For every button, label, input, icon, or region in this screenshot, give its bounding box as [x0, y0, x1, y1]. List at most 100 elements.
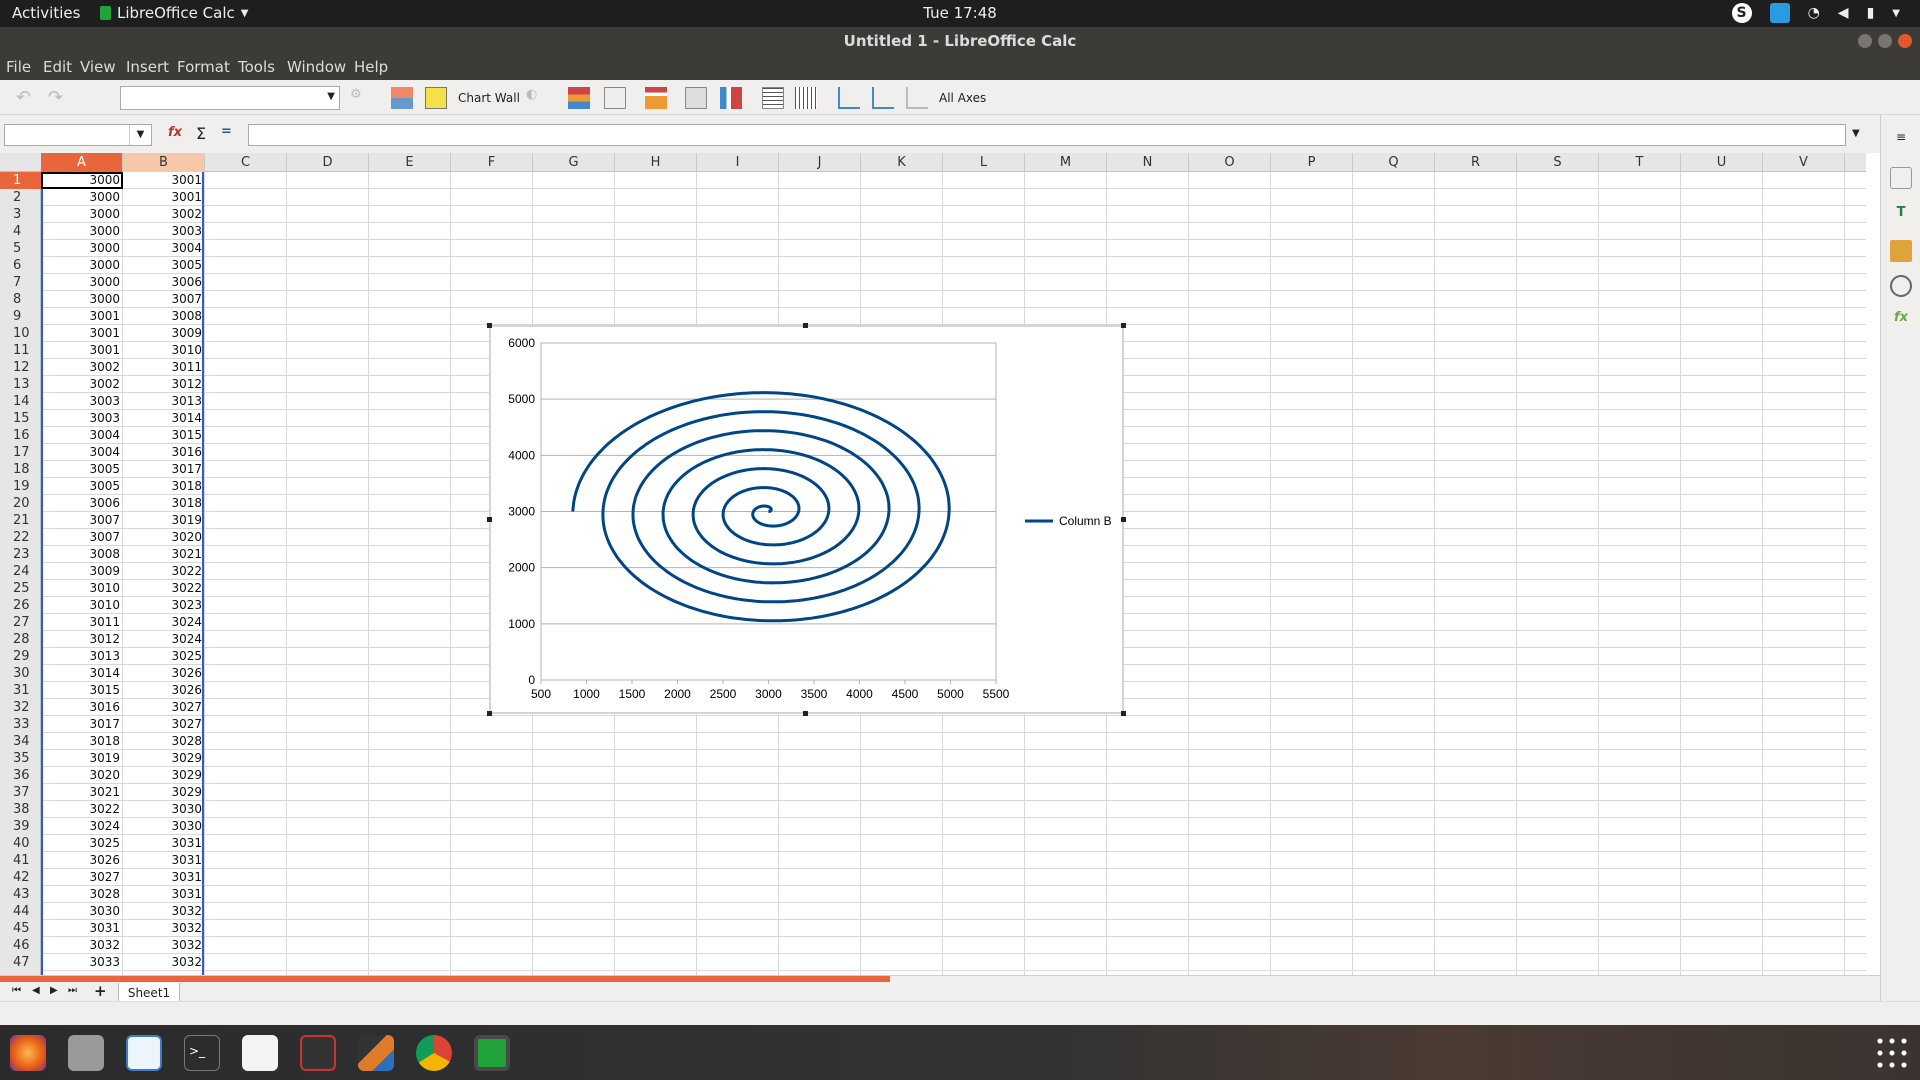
cell-b37[interactable]: 3029 — [123, 784, 204, 801]
add-sheet-icon[interactable]: + — [94, 982, 107, 1000]
column-header-k[interactable]: K — [861, 153, 943, 172]
first-sheet-icon[interactable]: ⏮ — [12, 985, 21, 996]
cell-b3[interactable]: 3002 — [123, 206, 204, 223]
cell-b39[interactable]: 3030 — [123, 818, 204, 835]
row-header-39[interactable]: 39 — [0, 818, 41, 835]
column-header-p[interactable]: P — [1271, 153, 1353, 172]
cell-a2[interactable]: 3000 — [41, 189, 122, 206]
row-header-36[interactable]: 36 — [0, 767, 41, 784]
cell-b34[interactable]: 3028 — [123, 733, 204, 750]
column-header-j[interactable]: J — [779, 153, 861, 172]
row-header-38[interactable]: 38 — [0, 801, 41, 818]
chart-handle-bl[interactable] — [487, 711, 492, 716]
prev-sheet-icon[interactable]: ◀ — [32, 985, 40, 996]
row-header-30[interactable]: 30 — [0, 665, 41, 682]
download-indicator-icon[interactable] — [1769, 3, 1790, 23]
gallery-icon[interactable] — [1890, 240, 1912, 262]
cell-a38[interactable]: 3022 — [41, 801, 122, 818]
navigator-icon[interactable] — [1890, 275, 1912, 297]
cell-a29[interactable]: 3013 — [41, 648, 122, 665]
chrome-icon[interactable] — [416, 1035, 452, 1071]
cell-a41[interactable]: 3026 — [41, 852, 122, 869]
row-header-40[interactable]: 40 — [0, 835, 41, 852]
row-header-7[interactable]: 7 — [0, 274, 41, 291]
text-editor-icon[interactable] — [242, 1035, 278, 1071]
title-on-off-icon[interactable] — [645, 87, 667, 109]
row-header-9[interactable]: 9 — [0, 308, 41, 325]
row-header-15[interactable]: 15 — [0, 410, 41, 427]
next-sheet-icon[interactable]: ▶ — [50, 985, 58, 996]
cell-b17[interactable]: 3016 — [123, 444, 204, 461]
cell-b10[interactable]: 3009 — [123, 325, 204, 342]
functions-icon[interactable]: fx — [1890, 310, 1912, 332]
clock[interactable]: Tue 17:48 — [0, 4, 1920, 22]
all-axes-label[interactable]: All Axes — [939, 86, 986, 110]
app-icon[interactable] — [300, 1035, 336, 1071]
cell-a28[interactable]: 3012 — [41, 631, 122, 648]
terminal-icon[interactable]: >_ — [184, 1035, 220, 1071]
files-icon[interactable] — [68, 1035, 104, 1071]
writer-icon[interactable] — [126, 1035, 162, 1071]
x-axis-icon[interactable] — [838, 87, 860, 109]
column-header-a[interactable]: A — [41, 153, 123, 172]
data-table-icon[interactable] — [568, 87, 590, 109]
column-header-t[interactable]: T — [1599, 153, 1681, 172]
legend-on-off-icon[interactable] — [685, 87, 707, 109]
cell-a17[interactable]: 3004 — [41, 444, 122, 461]
chart-handle-tr[interactable] — [1121, 323, 1126, 328]
chart-element-select[interactable]: ▼ — [120, 86, 340, 110]
data-ranges-icon[interactable] — [604, 87, 626, 109]
cell-b21[interactable]: 3019 — [123, 512, 204, 529]
cell-b40[interactable]: 3031 — [123, 835, 204, 852]
cell-b24[interactable]: 3022 — [123, 563, 204, 580]
formula-input[interactable] — [248, 124, 1846, 146]
cell-b41[interactable]: 3031 — [123, 852, 204, 869]
row-header-32[interactable]: 32 — [0, 699, 41, 716]
row-header-5[interactable]: 5 — [0, 240, 41, 257]
all-axes-icon[interactable] — [906, 87, 928, 109]
cell-b14[interactable]: 3013 — [123, 393, 204, 410]
cell-b31[interactable]: 3026 — [123, 682, 204, 699]
cell-a19[interactable]: 3005 — [41, 478, 122, 495]
row-header-25[interactable]: 25 — [0, 580, 41, 597]
cell-a32[interactable]: 3016 — [41, 699, 122, 716]
row-header-46[interactable]: 46 — [0, 937, 41, 954]
cell-b23[interactable]: 3021 — [123, 546, 204, 563]
sum-icon[interactable]: Σ — [196, 124, 206, 143]
cell-b42[interactable]: 3031 — [123, 869, 204, 886]
row-header-24[interactable]: 24 — [0, 563, 41, 580]
cell-a11[interactable]: 3001 — [41, 342, 122, 359]
cell-a47[interactable]: 3033 — [41, 954, 122, 971]
cell-a33[interactable]: 3017 — [41, 716, 122, 733]
cell-b13[interactable]: 3012 — [123, 376, 204, 393]
menu-help[interactable]: Help — [354, 58, 388, 76]
row-header-3[interactable]: 3 — [0, 206, 41, 223]
cell-a36[interactable]: 3020 — [41, 767, 122, 784]
expand-formula-icon[interactable]: ▼ — [1852, 128, 1860, 139]
row-header-41[interactable]: 41 — [0, 852, 41, 869]
row-header-31[interactable]: 31 — [0, 682, 41, 699]
row-header-23[interactable]: 23 — [0, 546, 41, 563]
cell-a43[interactable]: 3028 — [41, 886, 122, 903]
cell-b20[interactable]: 3018 — [123, 495, 204, 512]
chart-handle-tm[interactable] — [803, 323, 808, 328]
cell-a13[interactable]: 3002 — [41, 376, 122, 393]
cell-b33[interactable]: 3027 — [123, 716, 204, 733]
cell-b2[interactable]: 3001 — [123, 189, 204, 206]
column-header-i[interactable]: I — [697, 153, 779, 172]
column-header-h[interactable]: H — [615, 153, 697, 172]
cell-b15[interactable]: 3014 — [123, 410, 204, 427]
row-header-13[interactable]: 13 — [0, 376, 41, 393]
cell-b18[interactable]: 3017 — [123, 461, 204, 478]
cell-a4[interactable]: 3000 — [41, 223, 122, 240]
cell-b36[interactable]: 3029 — [123, 767, 204, 784]
column-header-e[interactable]: E — [369, 153, 451, 172]
row-header-1[interactable]: 1 — [0, 172, 41, 189]
menu-edit[interactable]: Edit — [43, 58, 72, 76]
cell-b44[interactable]: 3032 — [123, 903, 204, 920]
cell-b27[interactable]: 3024 — [123, 614, 204, 631]
matlab-icon[interactable] — [358, 1035, 394, 1071]
column-header-v[interactable]: V — [1763, 153, 1845, 172]
cell-b5[interactable]: 3004 — [123, 240, 204, 257]
menu-insert[interactable]: Insert — [126, 58, 169, 76]
